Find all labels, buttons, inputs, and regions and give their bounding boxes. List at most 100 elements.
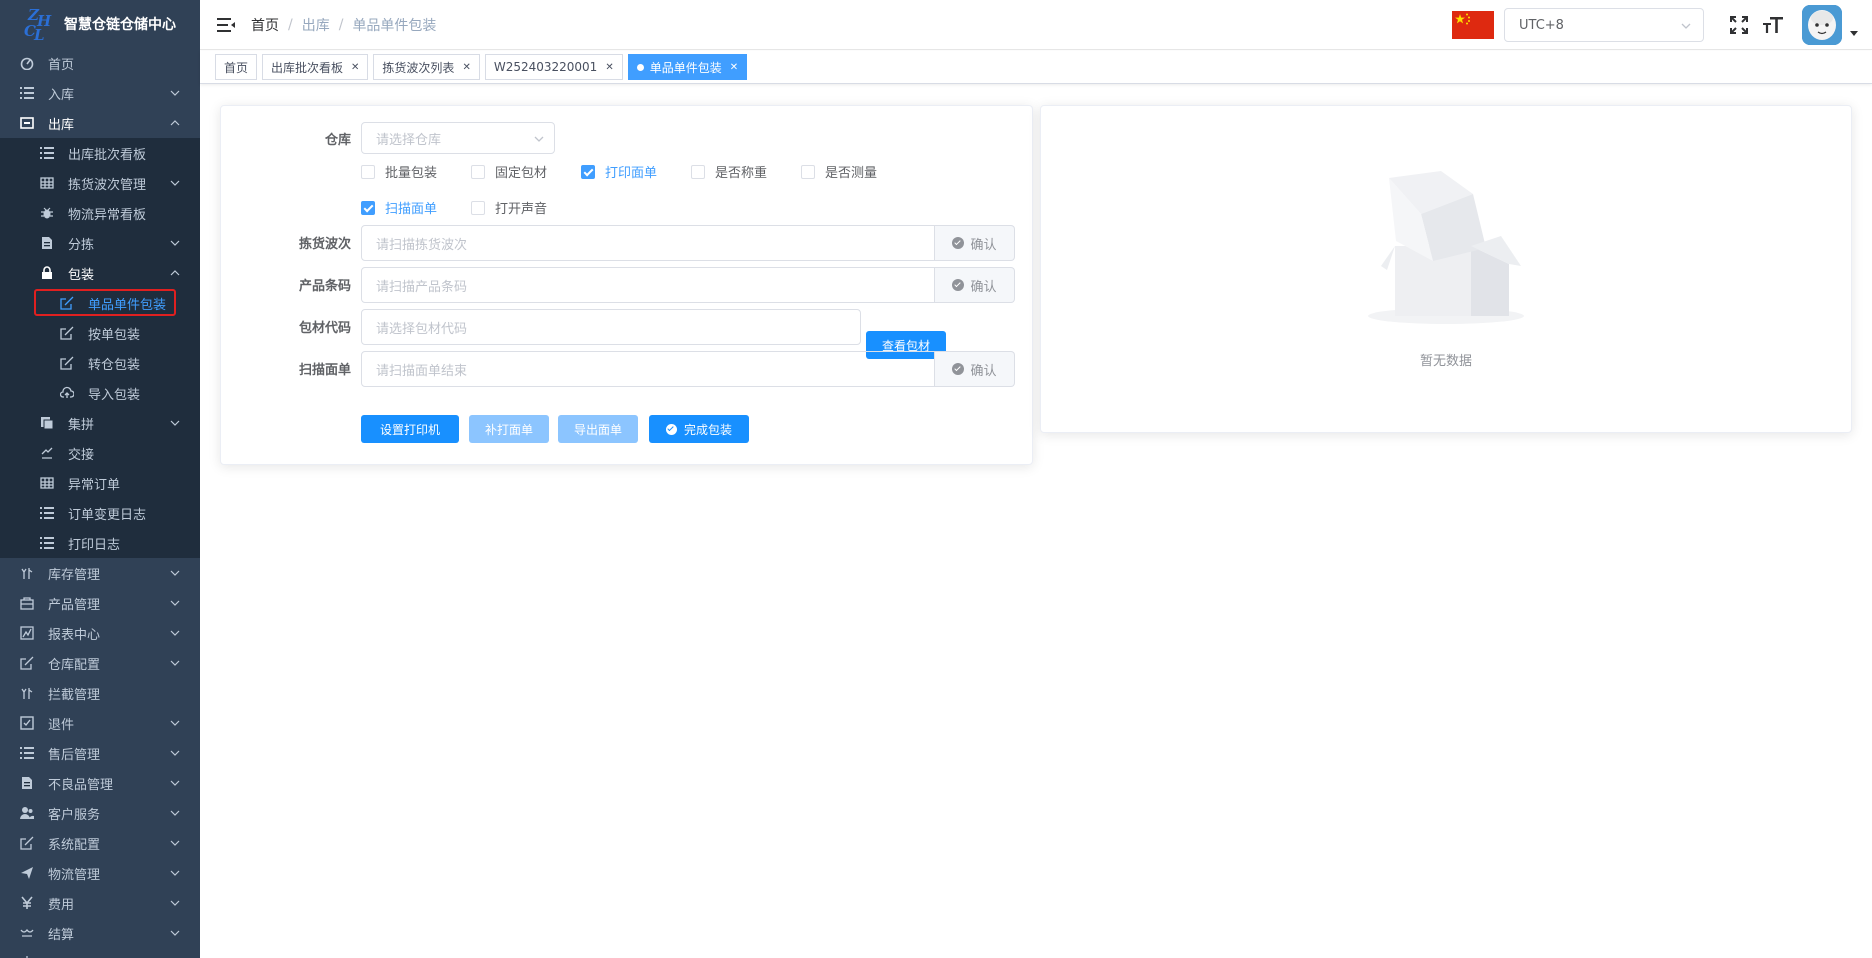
scan-label-confirm-button[interactable]: 确认 bbox=[935, 351, 1015, 387]
barcode-input[interactable]: 请扫描产品条码 bbox=[361, 267, 935, 303]
font-size-icon[interactable] bbox=[1762, 14, 1784, 36]
chevron-down-icon bbox=[170, 240, 180, 246]
result-card: 暂无数据 bbox=[1040, 105, 1852, 433]
tag-wave-detail[interactable]: W252403220001 ✕ bbox=[484, 54, 623, 80]
user-avatar[interactable] bbox=[1802, 5, 1842, 45]
sidebar-item[interactable]: 库存管理 bbox=[0, 558, 200, 588]
logo[interactable]: Z H C L 智慧仓链仓储中心 bbox=[0, 0, 200, 48]
finish-packing-button[interactable]: 完成包装 bbox=[649, 415, 749, 443]
sidebar-item[interactable]: 系统 bbox=[0, 948, 200, 958]
sidebar-item[interactable]: 分拣 bbox=[0, 228, 200, 258]
sidebar-item-label: 系统 bbox=[48, 954, 74, 958]
document-icon bbox=[40, 236, 54, 250]
hamburger-icon[interactable] bbox=[217, 16, 235, 34]
sidebar-item[interactable]: 出库批次看板 bbox=[0, 138, 200, 168]
sidebar-item-label: 费用 bbox=[48, 897, 75, 913]
scan-label-input[interactable]: 请扫描面单结束 bbox=[361, 351, 935, 387]
tag-single-item-packing[interactable]: 单品单件包装 ✕ bbox=[627, 54, 748, 80]
sidebar-item[interactable]: 客户服务 bbox=[0, 798, 200, 828]
document-icon bbox=[20, 776, 34, 790]
batch-packing-checkbox[interactable]: 批量包装 bbox=[361, 162, 437, 181]
chevron-down-icon bbox=[170, 810, 180, 816]
sidebar-item-label: 库存管理 bbox=[48, 567, 101, 583]
sidebar-item[interactable]: 拦截管理 bbox=[0, 678, 200, 708]
app-title: 智慧仓链仓储中心 bbox=[64, 17, 176, 33]
close-icon[interactable]: ✕ bbox=[351, 62, 359, 73]
sidebar-item[interactable]: 报表中心 bbox=[0, 618, 200, 648]
close-icon[interactable]: ✕ bbox=[730, 62, 738, 73]
close-icon[interactable]: ✕ bbox=[605, 62, 613, 73]
fullscreen-icon[interactable] bbox=[1728, 14, 1750, 36]
sidebar-item[interactable]: 异常订单 bbox=[0, 468, 200, 498]
sidebar-item-label: 按单包装 bbox=[88, 327, 141, 343]
sidebar-item-label: 打印日志 bbox=[68, 537, 121, 553]
sidebar-item[interactable]: 仓库配置 bbox=[0, 648, 200, 678]
tag-pick-wave-list[interactable]: 拣货波次列表 ✕ bbox=[373, 54, 480, 80]
product-icon bbox=[20, 596, 34, 610]
sidebar-item[interactable]: 结算 bbox=[0, 918, 200, 948]
print-label-checkbox[interactable]: 打印面单 bbox=[581, 162, 657, 181]
china-flag-icon[interactable] bbox=[1452, 11, 1494, 39]
sidebar-item[interactable]: 包装 bbox=[0, 258, 200, 288]
sidebar-item[interactable]: 拣货波次管理 bbox=[0, 168, 200, 198]
sidebar-item[interactable]: 交接 bbox=[0, 438, 200, 468]
sidebar-item-label: 退件 bbox=[48, 717, 75, 733]
breadcrumb-home[interactable]: 首页 bbox=[251, 15, 279, 35]
users-icon bbox=[20, 806, 34, 820]
sidebar-item-label: 转仓包装 bbox=[88, 357, 141, 373]
sidebar-item[interactable]: 物流管理 bbox=[0, 858, 200, 888]
sidebar-item[interactable]: 出库 bbox=[0, 108, 200, 138]
sidebar-item[interactable]: 打印日志 bbox=[0, 528, 200, 558]
barcode-confirm-button[interactable]: 确认 bbox=[935, 267, 1015, 303]
send-icon bbox=[20, 866, 34, 880]
chevron-down-icon bbox=[170, 600, 180, 606]
fixed-material-checkbox[interactable]: 固定包材 bbox=[471, 162, 547, 181]
sidebar-item[interactable]: 单品单件包装 bbox=[0, 288, 200, 318]
sidebar-item-label: 出库 bbox=[48, 117, 75, 133]
sidebar-item-label: 系统配置 bbox=[48, 837, 101, 853]
chevron-down-icon bbox=[170, 420, 180, 426]
edit-icon bbox=[20, 836, 34, 850]
stock-icon bbox=[20, 566, 34, 580]
sidebar-item[interactable]: 首页 bbox=[0, 48, 200, 78]
sidebar-item[interactable]: 产品管理 bbox=[0, 588, 200, 618]
sidebar-item[interactable]: 入库 bbox=[0, 78, 200, 108]
reprint-label-button[interactable]: 补打面单 bbox=[469, 415, 549, 443]
scan-label-checkbox[interactable]: 扫描面单 bbox=[361, 198, 437, 217]
sidebar-item-label: 客户服务 bbox=[48, 807, 101, 823]
upload-icon bbox=[60, 386, 74, 400]
timezone-select[interactable]: UTC+8 bbox=[1504, 8, 1704, 42]
sidebar-item[interactable]: 转仓包装 bbox=[0, 348, 200, 378]
sidebar-item[interactable]: 导入包装 bbox=[0, 378, 200, 408]
material-input[interactable]: 请选择包材代码 bbox=[361, 309, 861, 345]
list-icon bbox=[40, 506, 54, 520]
chevron-down-icon bbox=[170, 90, 180, 96]
caret-down-icon[interactable] bbox=[1850, 29, 1858, 37]
breadcrumb-separator: / bbox=[338, 16, 344, 33]
scan-label-label: 扫描面单 bbox=[298, 363, 351, 378]
sidebar-item[interactable]: 费用 bbox=[0, 888, 200, 918]
sidebar-item[interactable]: 按单包装 bbox=[0, 318, 200, 348]
weigh-checkbox[interactable]: 是否称重 bbox=[691, 162, 767, 181]
sidebar-item[interactable]: 售后管理 bbox=[0, 738, 200, 768]
sidebar-item[interactable]: 不良品管理 bbox=[0, 768, 200, 798]
sidebar-item[interactable]: 物流异常看板 bbox=[0, 198, 200, 228]
sidebar-item[interactable]: 系统配置 bbox=[0, 828, 200, 858]
pick-wave-confirm-button[interactable]: 确认 bbox=[935, 225, 1015, 261]
tag-home[interactable]: 首页 bbox=[215, 54, 258, 80]
tag-outbound-batch-board[interactable]: 出库批次看板 ✕ bbox=[262, 54, 369, 80]
merge-icon bbox=[40, 416, 54, 430]
measure-checkbox[interactable]: 是否测量 bbox=[801, 162, 877, 181]
sidebar-item-label: 导入包装 bbox=[88, 387, 141, 403]
pick-wave-input[interactable]: 请扫描拣货波次 bbox=[361, 225, 935, 261]
sidebar-item[interactable]: 订单变更日志 bbox=[0, 498, 200, 528]
sidebar: Z H C L 智慧仓链仓储中心 首页 入库出库出库批次看板 拣货波次管理 物流异常看… bbox=[0, 0, 200, 958]
export-label-button[interactable]: 导出面单 bbox=[558, 415, 638, 443]
chevron-down-icon bbox=[170, 870, 180, 876]
sound-checkbox[interactable]: 打开声音 bbox=[471, 198, 547, 217]
sidebar-item[interactable]: 集拼 bbox=[0, 408, 200, 438]
close-icon[interactable]: ✕ bbox=[462, 62, 470, 73]
sidebar-item[interactable]: 退件 bbox=[0, 708, 200, 738]
set-printer-button[interactable]: 设置打印机 bbox=[361, 415, 459, 443]
warehouse-select[interactable]: 请选择仓库 bbox=[361, 122, 555, 154]
